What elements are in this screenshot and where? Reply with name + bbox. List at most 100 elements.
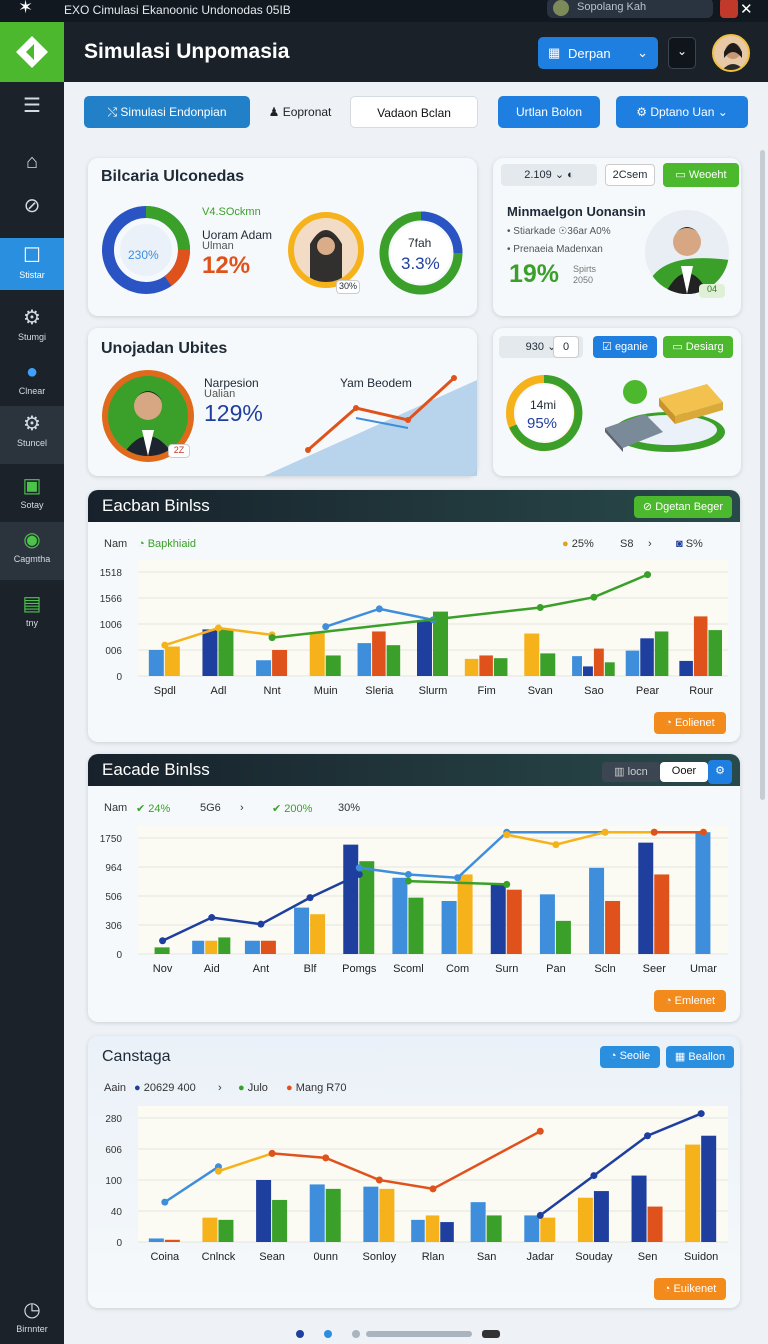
horizontal-scrollbar[interactable] <box>366 1331 472 1337</box>
line-point[interactable] <box>208 914 216 922</box>
page-dot-3[interactable] <box>352 1330 360 1338</box>
line-point[interactable] <box>590 1172 598 1180</box>
tab-eopronat[interactable]: ♟ Eopronat <box>262 96 338 128</box>
line-point[interactable] <box>699 828 707 836</box>
bar[interactable] <box>440 1222 454 1242</box>
tab-dptano[interactable]: ⚙ Dptano Uan ⌄ <box>616 96 748 128</box>
notification-icon[interactable] <box>720 0 738 18</box>
bar[interactable] <box>572 656 582 676</box>
line-point[interactable] <box>214 624 222 632</box>
select-zero[interactable]: 0 <box>553 336 579 358</box>
line-point[interactable] <box>601 828 609 836</box>
sidebar-item-cagmtha[interactable]: ◉ Cagmtha <box>0 522 64 580</box>
line-point[interactable] <box>161 641 169 649</box>
bar[interactable] <box>693 616 708 676</box>
bar[interactable] <box>695 832 711 954</box>
bar[interactable] <box>605 900 621 954</box>
segment-locn[interactable]: ▥ locn <box>602 762 660 782</box>
export-button[interactable]: ◔ Euikenet <box>654 1278 726 1300</box>
user-avatar[interactable] <box>712 34 750 72</box>
segment-ooer[interactable]: Ooer <box>660 762 708 782</box>
weight-button[interactable]: ▭ Weoeht <box>663 163 739 187</box>
line-point[interactable] <box>503 880 511 888</box>
bar[interactable] <box>192 940 205 954</box>
sidebar-item-tny[interactable]: ▤ tny <box>0 586 64 644</box>
bar[interactable] <box>701 1135 717 1242</box>
export-button[interactable]: ◔ Eolienet <box>654 712 726 734</box>
period-dropdown[interactable]: ▦ Derpan ⌄ <box>538 37 658 69</box>
bar[interactable] <box>256 1180 272 1242</box>
bar[interactable] <box>417 621 432 676</box>
select-period[interactable]: 2Csem <box>605 164 655 186</box>
bar[interactable] <box>379 1188 395 1242</box>
bar[interactable] <box>411 1219 425 1242</box>
tab-vadaon[interactable]: Vadaon Bclan <box>350 96 478 128</box>
bar[interactable] <box>654 874 670 954</box>
line-point[interactable] <box>552 841 560 849</box>
bar[interactable] <box>577 1197 593 1242</box>
bar[interactable] <box>708 630 722 676</box>
user-search-chip[interactable]: Sopolang Kah <box>547 0 713 18</box>
page-dot-2[interactable] <box>324 1330 332 1338</box>
bar[interactable] <box>218 628 234 676</box>
bar[interactable] <box>205 940 218 954</box>
bar[interactable] <box>593 1191 609 1242</box>
bar[interactable] <box>244 940 260 954</box>
line-point[interactable] <box>697 1110 705 1118</box>
sidebar-item-menu[interactable]: ☰ <box>0 88 64 146</box>
select-year[interactable]: 2.109 ⌄ ◐ <box>501 164 597 186</box>
line-point[interactable] <box>306 894 314 902</box>
chevron-right-icon[interactable]: › <box>240 802 244 814</box>
bar[interactable] <box>583 666 593 676</box>
sidebar-item-stistar[interactable]: ☐ Stistar <box>0 238 64 290</box>
bar[interactable] <box>679 660 693 676</box>
bar[interactable] <box>540 653 556 676</box>
bar[interactable] <box>555 920 571 954</box>
line-point[interactable] <box>375 605 383 613</box>
line-point[interactable] <box>429 1185 437 1193</box>
bar[interactable] <box>490 884 506 954</box>
bar[interactable] <box>640 638 654 676</box>
bar[interactable] <box>357 643 372 676</box>
eganie-button[interactable]: ☑ eganie <box>593 336 657 358</box>
bar[interactable] <box>464 658 479 676</box>
line-point[interactable] <box>404 870 412 878</box>
bar[interactable] <box>325 655 341 676</box>
bar[interactable] <box>625 650 640 676</box>
more-dropdown[interactable]: ⌄ <box>668 37 696 69</box>
line-point[interactable] <box>257 920 265 928</box>
vertical-scrollbar[interactable] <box>760 150 765 800</box>
line-point[interactable] <box>214 1167 222 1175</box>
bar[interactable] <box>486 1215 502 1242</box>
line-point[interactable] <box>644 1132 652 1140</box>
close-icon[interactable]: ✕ <box>740 0 753 18</box>
bar[interactable] <box>638 842 654 954</box>
bar[interactable] <box>256 660 272 676</box>
bar[interactable] <box>647 1206 663 1242</box>
bar[interactable] <box>457 874 473 954</box>
bar[interactable] <box>408 897 424 954</box>
bar[interactable] <box>218 937 231 954</box>
bar[interactable] <box>363 1186 379 1242</box>
scroll-thumb[interactable] <box>482 1330 500 1338</box>
bar[interactable] <box>372 631 386 676</box>
line-point[interactable] <box>375 1176 383 1184</box>
dgetan-button[interactable]: ⊘ Dgetan Beger <box>634 496 732 518</box>
line-point[interactable] <box>536 1211 544 1219</box>
line-point[interactable] <box>268 634 276 642</box>
brand-logo[interactable] <box>0 22 64 82</box>
bar[interactable] <box>470 1202 486 1242</box>
bar[interactable] <box>148 1238 164 1242</box>
line-point[interactable] <box>404 877 412 885</box>
bar[interactable] <box>164 646 180 676</box>
beallon-button[interactable]: ▦ Beallon <box>666 1046 734 1068</box>
sidebar-item-clnear[interactable]: ● Clnear <box>0 354 64 412</box>
bar[interactable] <box>593 648 604 676</box>
bar[interactable] <box>148 649 164 676</box>
line-point[interactable] <box>355 870 363 878</box>
line-point[interactable] <box>590 593 598 601</box>
chevron-right-icon[interactable]: › <box>648 538 652 550</box>
tab-simulasi[interactable]: ⤭ Simulasi Endonpian <box>84 96 250 128</box>
line-point[interactable] <box>536 1127 544 1135</box>
bar[interactable] <box>425 1215 440 1242</box>
